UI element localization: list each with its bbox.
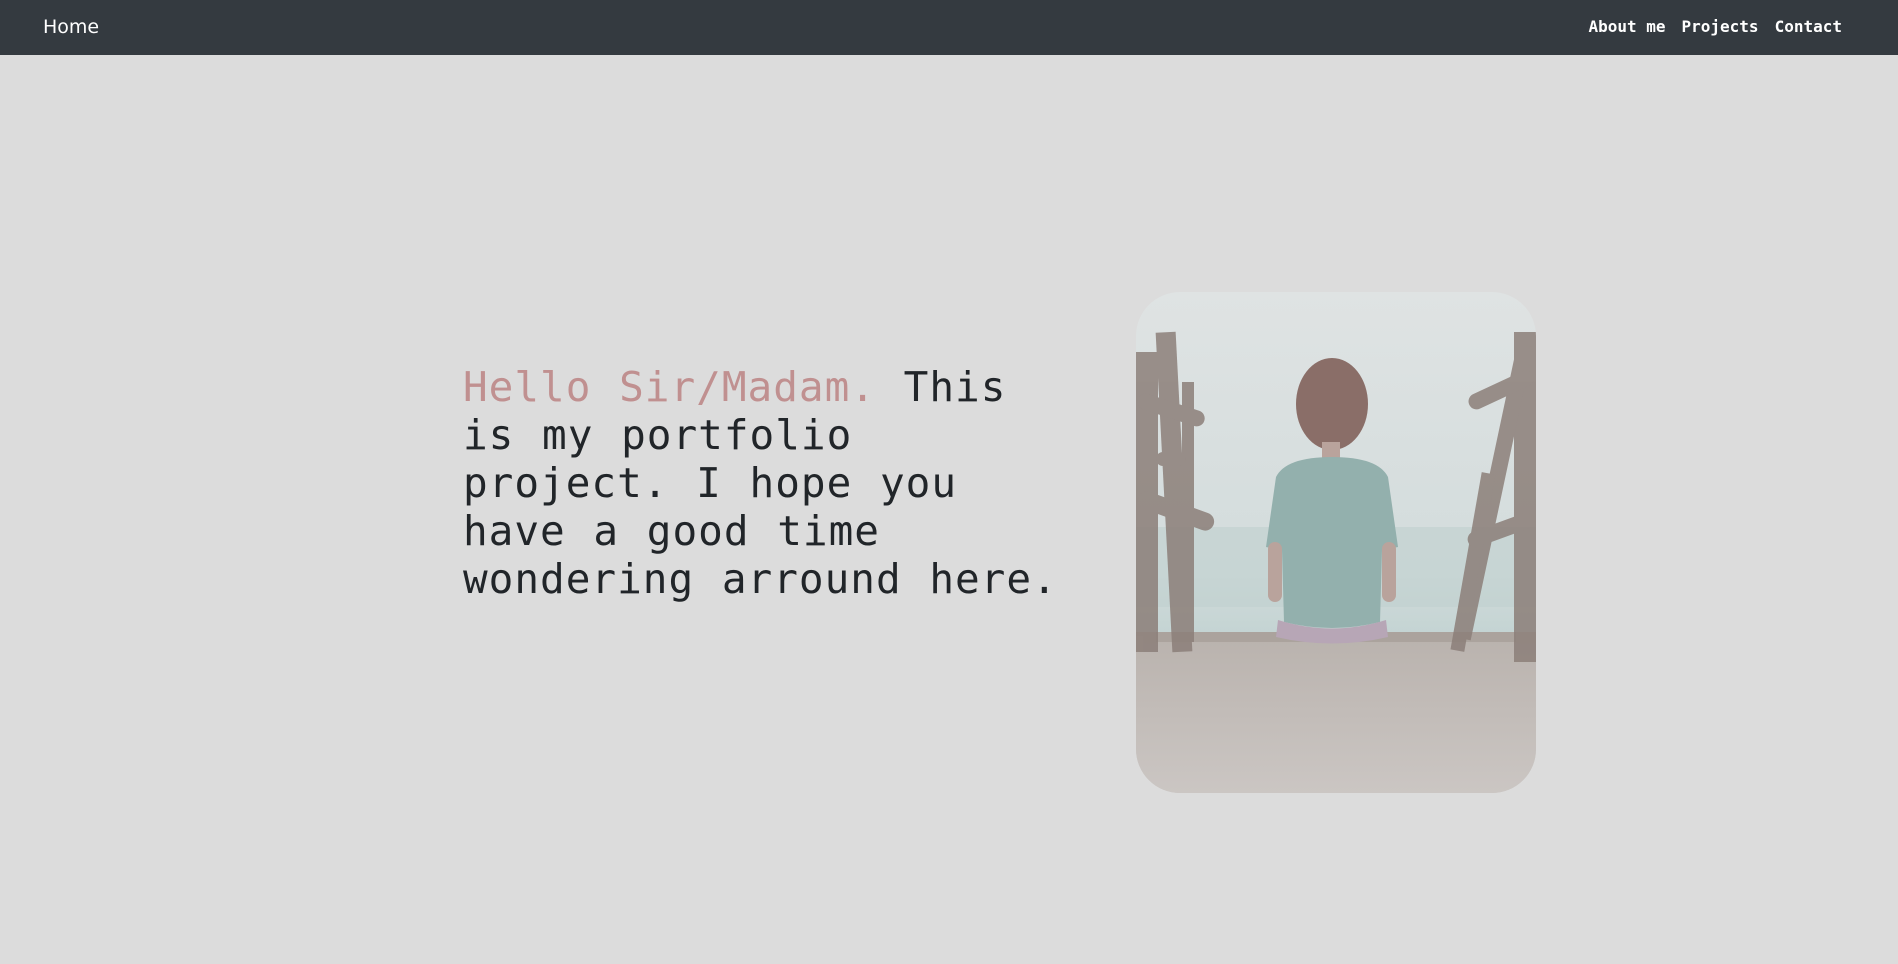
nav-link-projects[interactable]: Projects (1682, 16, 1759, 38)
home-link[interactable]: Home (43, 15, 99, 39)
nav-link-about-me[interactable]: About me (1588, 16, 1665, 38)
intro-text: Hello Sir/Madam. This is my portfolio pr… (463, 363, 1063, 603)
nav-link-contact[interactable]: Contact (1775, 16, 1842, 38)
greeting-text: Hello Sir/Madam. (463, 363, 876, 411)
nav-links: About me Projects Contact (1588, 16, 1842, 38)
navbar: Home About me Projects Contact (0, 0, 1898, 55)
profile-photo (1136, 292, 1536, 793)
